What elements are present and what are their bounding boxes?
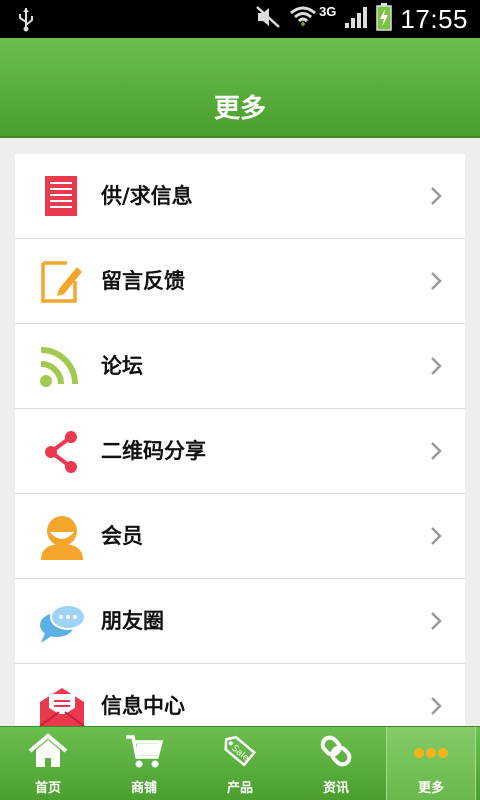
menu-item-feedback[interactable]: 留言反馈 [15, 239, 465, 324]
menu-item-qrcode-share[interactable]: 二维码分享 [15, 409, 465, 494]
menu-item-message-center[interactable]: 信息中心 [15, 664, 465, 726]
document-list-icon [37, 174, 87, 220]
title-bar: 更多 [0, 38, 480, 138]
chevron-right-icon [429, 186, 443, 206]
menu-item-friends-circle[interactable]: 朋友圈 [15, 579, 465, 664]
menu-item-label: 信息中心 [101, 694, 185, 718]
cart-icon [124, 733, 164, 769]
bottom-nav: 首页 商铺 Sale 产品 资讯 更多 [0, 726, 480, 800]
chevron-right-icon [429, 441, 443, 461]
menu-item-label: 二维码分享 [101, 439, 206, 463]
chevron-right-icon [429, 611, 443, 631]
chevron-right-icon [429, 696, 443, 716]
menu-item-label: 留言反馈 [101, 269, 185, 293]
menu-item-label: 论坛 [101, 354, 143, 378]
chevron-right-icon [429, 526, 443, 546]
chat-bubbles-icon [37, 599, 87, 645]
menu-item-label: 会员 [101, 524, 143, 548]
tab-label: 资讯 [322, 781, 349, 796]
tab-news[interactable]: 资讯 [288, 727, 384, 800]
tab-shops[interactable]: 商铺 [96, 727, 192, 800]
chevron-right-icon [429, 356, 443, 376]
menu-item-supply-demand[interactable]: 供/求信息 [15, 154, 465, 239]
usb-icon [16, 6, 36, 36]
mute-icon [255, 5, 281, 33]
menu-list: 供/求信息 留言反馈 论坛 二维码分享 会员 朋友圈 信息中心 [15, 154, 465, 726]
edit-note-icon [37, 259, 87, 305]
user-icon [37, 514, 87, 560]
link-icon [316, 733, 356, 769]
tab-more[interactable]: 更多 [386, 727, 476, 800]
tab-products[interactable]: Sale 产品 [192, 727, 288, 800]
tab-label: 首页 [34, 781, 61, 796]
status-bar: 3G 17:55 [0, 0, 480, 38]
more-dots-icon [411, 733, 451, 769]
signal-icon [344, 5, 368, 33]
chevron-right-icon [429, 271, 443, 291]
share-icon [37, 429, 87, 475]
rss-icon [37, 344, 87, 390]
menu-item-label: 供/求信息 [101, 184, 193, 208]
sale-tag-icon: Sale [220, 733, 260, 769]
page-title: 更多 [213, 94, 266, 124]
network-type-label: 3G [319, 3, 337, 19]
mail-icon [37, 684, 87, 726]
tab-home[interactable]: 首页 [0, 727, 96, 800]
menu-item-forum[interactable]: 论坛 [15, 324, 465, 409]
clock: 17:55 [400, 3, 468, 34]
tab-label: 产品 [226, 781, 253, 796]
wifi-icon [289, 5, 317, 33]
battery-icon [376, 3, 393, 35]
home-icon [28, 733, 68, 769]
tab-label: 更多 [417, 781, 444, 796]
tab-label: 商铺 [130, 781, 157, 796]
menu-item-label: 朋友圈 [101, 609, 164, 633]
menu-item-member[interactable]: 会员 [15, 494, 465, 579]
